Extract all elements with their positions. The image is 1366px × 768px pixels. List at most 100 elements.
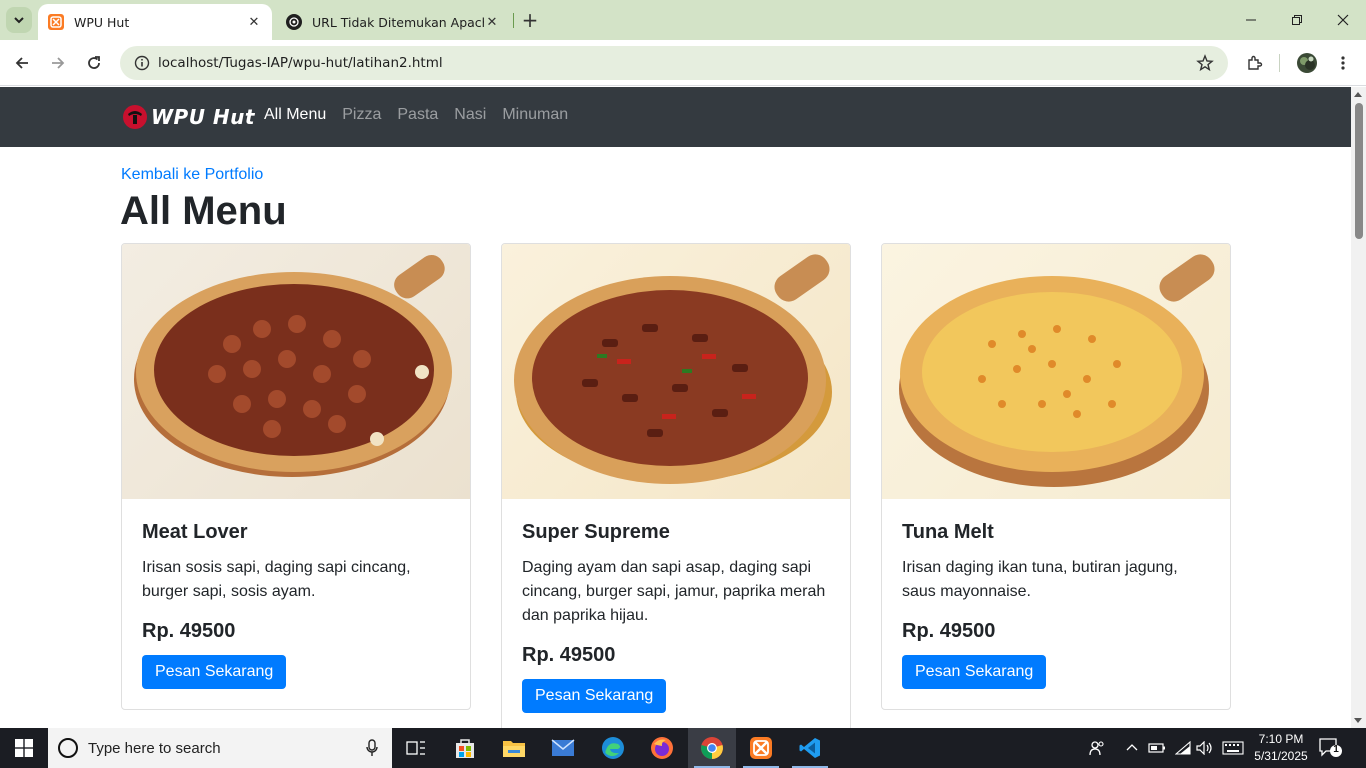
menu-card-super-supreme: Super Supreme Daging ayam dan sapi asap,…: [501, 243, 851, 728]
notification-icon: [1319, 738, 1342, 757]
order-now-button[interactable]: Pesan Sekarang: [902, 655, 1047, 689]
folder-icon: [503, 741, 525, 757]
edge-button[interactable]: [589, 728, 637, 768]
card-price: Rp. 49500: [522, 644, 616, 666]
restore-button[interactable]: [1274, 0, 1320, 40]
browser-toolbar: localhost/Tugas-IAP/wpu-hut/latihan2.htm…: [0, 40, 1366, 86]
back-button[interactable]: [7, 48, 37, 78]
minimize-button[interactable]: [1228, 0, 1274, 40]
tab-title: WPU Hut: [74, 14, 130, 30]
bookmark-star-icon[interactable]: [1196, 54, 1214, 72]
firefox-button[interactable]: [638, 728, 686, 768]
task-view-icon: [406, 741, 425, 755]
cortana-icon: [58, 738, 78, 758]
task-view-button[interactable]: [392, 728, 440, 768]
reload-icon: [88, 56, 100, 69]
store-bag-icon: [456, 739, 474, 758]
tab-url-tidak-ditemukan[interactable]: URL Tidak Ditemukan Apache ✕: [276, 4, 510, 40]
close-tab-icon[interactable]: ✕: [246, 14, 262, 30]
site-navbar: WPU Hut All Menu Pizza Pasta Nasi Minuma…: [0, 87, 1351, 147]
keyboard-button[interactable]: [1220, 728, 1246, 768]
tab-separator: [513, 13, 514, 28]
apache-favicon-icon: [286, 14, 302, 30]
arrow-right-icon: [52, 57, 65, 69]
order-now-button[interactable]: Pesan Sekarang: [142, 655, 287, 689]
keyboard-icon: [1222, 741, 1244, 755]
start-button[interactable]: [0, 728, 48, 768]
menu-card-meat-lover: Meat Lover Irisan sosis sapi, daging sap…: [121, 243, 471, 710]
vscode-icon: [799, 738, 820, 758]
brand[interactable]: WPU Hut: [122, 104, 255, 130]
vscode-button[interactable]: [786, 728, 834, 768]
scroll-thumb[interactable]: [1355, 103, 1363, 239]
reload-button[interactable]: [79, 48, 109, 78]
order-now-button[interactable]: Pesan Sekarang: [522, 679, 667, 713]
file-explorer-button[interactable]: [490, 728, 538, 768]
nav-link-minuman[interactable]: Minuman: [502, 106, 568, 124]
extensions-button[interactable]: [1240, 48, 1270, 78]
card-title: Super Supreme: [522, 521, 670, 543]
nav-link-all-menu[interactable]: All Menu: [264, 106, 326, 124]
card-price: Rp. 49500: [142, 620, 236, 642]
close-window-button[interactable]: [1320, 0, 1366, 40]
page-scrollbar[interactable]: [1351, 87, 1366, 728]
microphone-icon[interactable]: [366, 739, 378, 757]
tab-wpu-hut[interactable]: WPU Hut ✕: [38, 4, 272, 40]
nav-link-pasta[interactable]: Pasta: [397, 106, 438, 124]
tab-search-button[interactable]: [6, 7, 32, 33]
pizza-hut-logo-icon: [123, 105, 147, 129]
xampp-favicon-icon: [48, 14, 64, 30]
meat-lover-pizza-image: [122, 244, 470, 499]
tab-strip: WPU Hut ✕ URL Tidak Ditemukan Apache ✕ +: [0, 0, 1366, 40]
menu-button[interactable]: [1328, 48, 1358, 78]
avatar-icon: [1297, 53, 1317, 73]
clock-time: 7:10 PM: [1258, 732, 1304, 746]
card-price: Rp. 49500: [902, 620, 996, 642]
speaker-icon: [1196, 741, 1212, 755]
arrow-left-icon: [15, 57, 28, 69]
nav-link-pizza[interactable]: Pizza: [342, 106, 381, 124]
card-title: Tuna Melt: [902, 521, 994, 543]
scroll-up-arrow-icon[interactable]: [1354, 92, 1362, 97]
show-hidden-icons-button[interactable]: [1122, 728, 1142, 768]
volume-button[interactable]: [1194, 728, 1216, 768]
site-info-icon[interactable]: [134, 55, 150, 71]
page-title: All Menu: [120, 189, 287, 233]
clock-date: 5/31/2025: [1254, 749, 1308, 763]
battery-button[interactable]: [1146, 728, 1168, 768]
back-to-portfolio-link[interactable]: Kembali ke Portfolio: [121, 166, 263, 184]
people-button[interactable]: [1086, 728, 1108, 768]
windows-taskbar: Type here to search 7:10 PM 5/31/2025 1: [0, 728, 1366, 768]
card-body: Meat Lover Irisan sosis sapi, daging sap…: [122, 499, 470, 709]
super-supreme-pizza-image: [502, 244, 850, 499]
url-text[interactable]: localhost/Tugas-IAP/wpu-hut/latihan2.htm…: [158, 55, 443, 71]
address-bar[interactable]: localhost/Tugas-IAP/wpu-hut/latihan2.htm…: [120, 46, 1228, 80]
close-icon: [1337, 14, 1349, 26]
mail-button[interactable]: [539, 728, 587, 768]
card-body: Super Supreme Daging ayam dan sapi asap,…: [502, 499, 850, 728]
search-placeholder: Type here to search: [88, 739, 221, 757]
xampp-button[interactable]: [737, 728, 785, 768]
kebab-menu-icon: [1341, 56, 1345, 70]
chrome-button[interactable]: [688, 728, 736, 768]
battery-icon: [1148, 743, 1165, 753]
card-description: Daging ayam dan sapi asap, daging sapi c…: [522, 559, 826, 624]
profile-avatar[interactable]: [1292, 48, 1322, 78]
chevron-up-icon: [1126, 744, 1138, 751]
card-description: Irisan sosis sapi, daging sapi cincang, …: [142, 559, 411, 600]
windows-logo-icon: [15, 739, 33, 757]
new-tab-button[interactable]: +: [519, 8, 541, 32]
people-icon: [1089, 741, 1104, 756]
tab-title: URL Tidak Ditemukan Apache: [312, 14, 484, 30]
microsoft-store-button[interactable]: [441, 728, 489, 768]
close-tab-icon[interactable]: ✕: [484, 14, 500, 30]
puzzle-icon: [1248, 55, 1263, 70]
taskbar-search[interactable]: Type here to search: [48, 728, 392, 768]
card-title: Meat Lover: [142, 521, 248, 543]
nav-link-nasi[interactable]: Nasi: [454, 106, 486, 124]
network-button[interactable]: [1172, 728, 1194, 768]
system-clock[interactable]: 7:10 PM 5/31/2025: [1252, 731, 1310, 765]
forward-button[interactable]: [43, 48, 73, 78]
action-center-button[interactable]: 1: [1318, 736, 1344, 764]
scroll-down-arrow-icon[interactable]: [1354, 718, 1362, 723]
